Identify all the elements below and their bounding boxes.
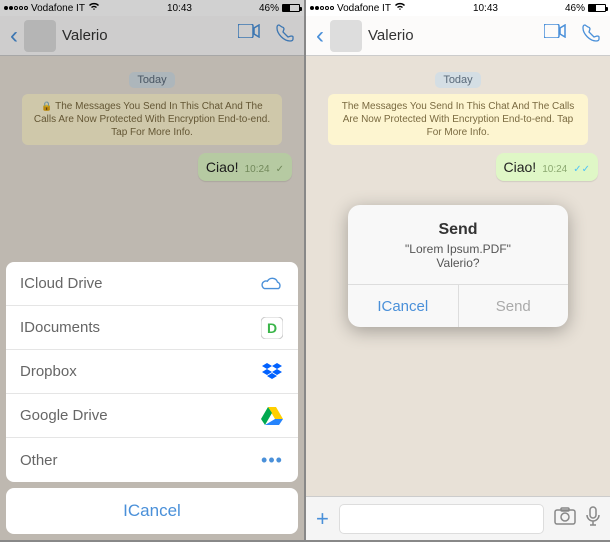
sheet-group: ICloud Drive IDocuments D Dropbox Google… — [6, 262, 298, 482]
alert-cancel-button[interactable]: ICancel — [348, 285, 459, 327]
screen-right: Vodafone IT 10:43 46% ‹ Valerio Today Th… — [306, 0, 610, 540]
status-bar: Vodafone IT 10:43 46% — [306, 0, 610, 16]
sheet-item-icloud[interactable]: ICloud Drive — [6, 262, 298, 306]
documents-app-icon: D — [260, 316, 284, 340]
message-input[interactable] — [339, 504, 544, 534]
chat-header: ‹ Valerio — [306, 16, 610, 56]
voice-call-icon[interactable] — [582, 24, 600, 47]
action-sheet: ICloud Drive IDocuments D Dropbox Google… — [0, 256, 304, 540]
chat-area: Today The Messages You Send In This Chat… — [306, 56, 610, 197]
battery-icon — [588, 4, 606, 12]
encryption-banner[interactable]: The Messages You Send In This Chat And T… — [328, 94, 588, 145]
svg-text:D: D — [267, 320, 277, 336]
message-row: Ciao! 10:24 ✓✓ — [318, 153, 598, 181]
message-time: 10:24 — [542, 164, 567, 175]
contact-name[interactable]: Valerio — [368, 27, 544, 44]
message-text: Ciao! — [504, 159, 537, 175]
alert-send-button[interactable]: Send — [459, 285, 569, 327]
input-bar: + — [306, 496, 610, 540]
back-button[interactable]: ‹ — [316, 22, 324, 50]
time-label: 10:43 — [473, 3, 498, 14]
wifi-icon — [394, 2, 406, 14]
sheet-label: ICloud Drive — [20, 275, 103, 292]
alert-recipient: Valerio? — [358, 256, 558, 270]
attach-button[interactable]: + — [316, 506, 329, 532]
message-bubble[interactable]: Ciao! 10:24 ✓✓ — [496, 153, 598, 181]
sheet-label: Google Drive — [20, 407, 108, 424]
camera-icon[interactable] — [554, 507, 576, 530]
sheet-item-other[interactable]: Other ••• — [6, 438, 298, 482]
more-icon: ••• — [260, 448, 284, 472]
read-check-icon: ✓✓ — [573, 164, 590, 175]
gdrive-icon — [260, 404, 284, 428]
avatar[interactable] — [330, 20, 362, 52]
sheet-item-dropbox[interactable]: Dropbox — [6, 350, 298, 394]
sheet-label: Other — [20, 452, 58, 469]
video-call-icon[interactable] — [544, 24, 566, 47]
battery-icon — [282, 4, 300, 12]
sheet-item-documents[interactable]: IDocuments D — [6, 306, 298, 350]
icloud-icon — [260, 272, 284, 296]
send-alert: Send "Lorem Ipsum.PDF" Valerio? ICancel … — [348, 205, 568, 327]
alert-title: Send — [358, 221, 558, 239]
sheet-label: Dropbox — [20, 363, 77, 380]
signal-dots — [310, 6, 334, 10]
mic-icon[interactable] — [586, 506, 600, 531]
alert-filename: "Lorem Ipsum.PDF" — [358, 242, 558, 256]
day-label: Today — [314, 70, 602, 88]
sheet-item-gdrive[interactable]: Google Drive — [6, 394, 298, 438]
battery-percent: 46% — [565, 3, 585, 14]
sheet-label: IDocuments — [20, 319, 100, 336]
screen-left: Vodafone IT 10:43 46% ‹ Valerio Today 🔒 — [0, 0, 304, 540]
cancel-button[interactable]: ICancel — [6, 488, 298, 534]
carrier-label: Vodafone IT — [337, 3, 391, 14]
dropbox-icon — [260, 360, 284, 384]
